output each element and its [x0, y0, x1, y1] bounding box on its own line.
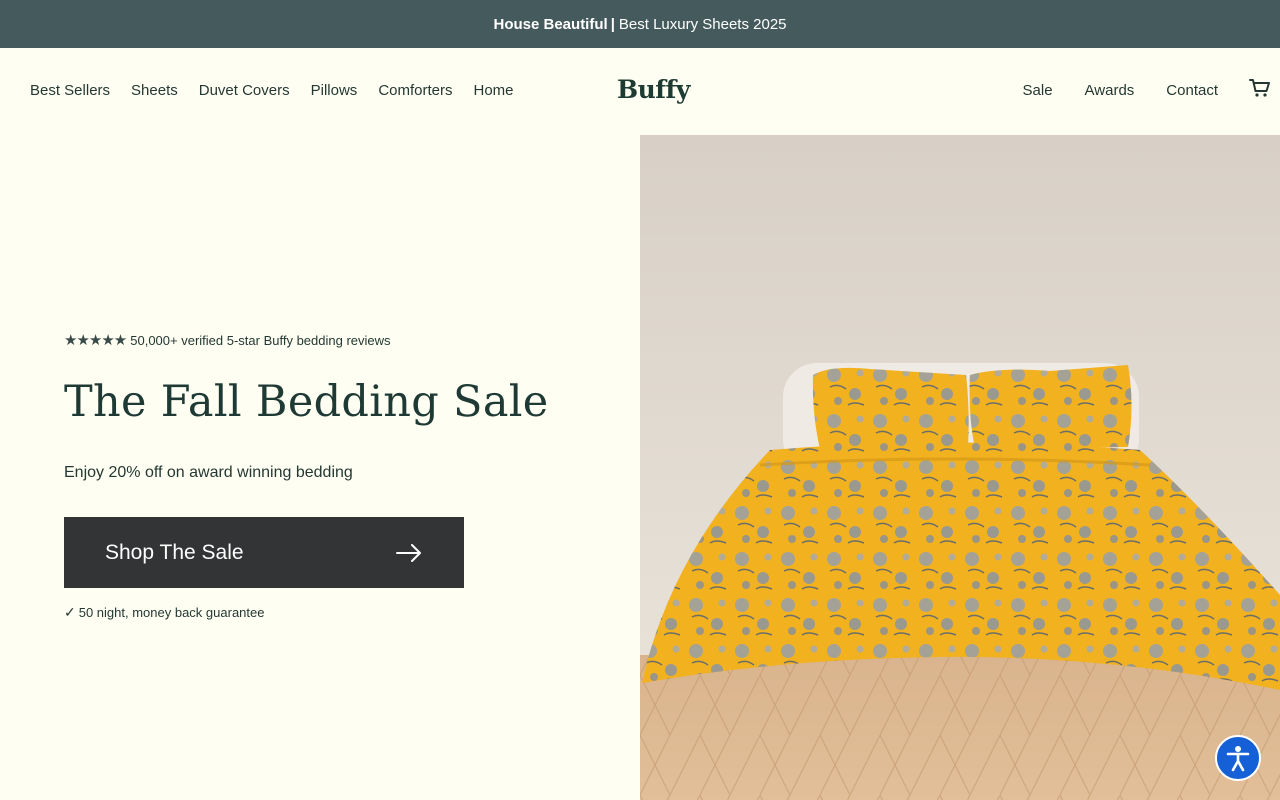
brand-logo[interactable]: Buffy	[617, 75, 690, 104]
guarantee-note: ✓ 50 night, money back guarantee	[64, 604, 264, 621]
announcement-bar[interactable]: House Beautiful | Best Luxury Sheets 202…	[0, 0, 1280, 48]
hero-bed-image	[640, 135, 1280, 800]
nav-link-awards[interactable]: Awards	[1085, 82, 1135, 99]
nav-link-comforters[interactable]: Comforters	[378, 82, 452, 99]
guarantee-text: 50 night, money back guarantee	[78, 605, 265, 620]
nav-link-sheets[interactable]: Sheets	[131, 82, 178, 99]
nav-left-links: Best Sellers Sheets Duvet Covers Pillows…	[30, 82, 535, 99]
shop-sale-button[interactable]: Shop The Sale	[64, 517, 464, 588]
check-icon: ✓	[64, 604, 76, 620]
nav-right-links: Sale Awards Contact	[991, 82, 1218, 99]
hero-headline: The Fall Bedding Sale	[64, 377, 549, 427]
nav-link-pillows[interactable]: Pillows	[311, 82, 358, 99]
nav-link-contact[interactable]: Contact	[1166, 82, 1218, 99]
arrow-right-icon	[396, 543, 421, 562]
star-rating-icon: ★★★★★	[64, 332, 127, 349]
hero-content: ★★★★★ 50,000+ verified 5-star Buffy bedd…	[0, 135, 640, 800]
hero-subline: Enjoy 20% off on award winning bedding	[64, 464, 353, 481]
reviews-summary[interactable]: ★★★★★ 50,000+ verified 5-star Buffy bedd…	[64, 331, 391, 349]
reviews-text: 50,000+ verified 5-star Buffy bedding re…	[130, 332, 391, 348]
nav-link-duvet-covers[interactable]: Duvet Covers	[199, 82, 290, 99]
nav-link-best-sellers[interactable]: Best Sellers	[30, 82, 110, 99]
shop-sale-label: Shop The Sale	[105, 540, 244, 564]
announcement-separator: |	[610, 15, 615, 33]
nav-link-sale[interactable]: Sale	[1023, 82, 1053, 99]
main-navigation: Best Sellers Sheets Duvet Covers Pillows…	[0, 48, 1280, 135]
announcement-text: Best Luxury Sheets 2025	[618, 15, 787, 33]
nav-link-home[interactable]: Home	[474, 82, 514, 99]
accessibility-icon[interactable]	[1215, 735, 1261, 781]
cart-icon[interactable]	[1249, 77, 1271, 99]
announcement-source: House Beautiful	[493, 15, 608, 33]
